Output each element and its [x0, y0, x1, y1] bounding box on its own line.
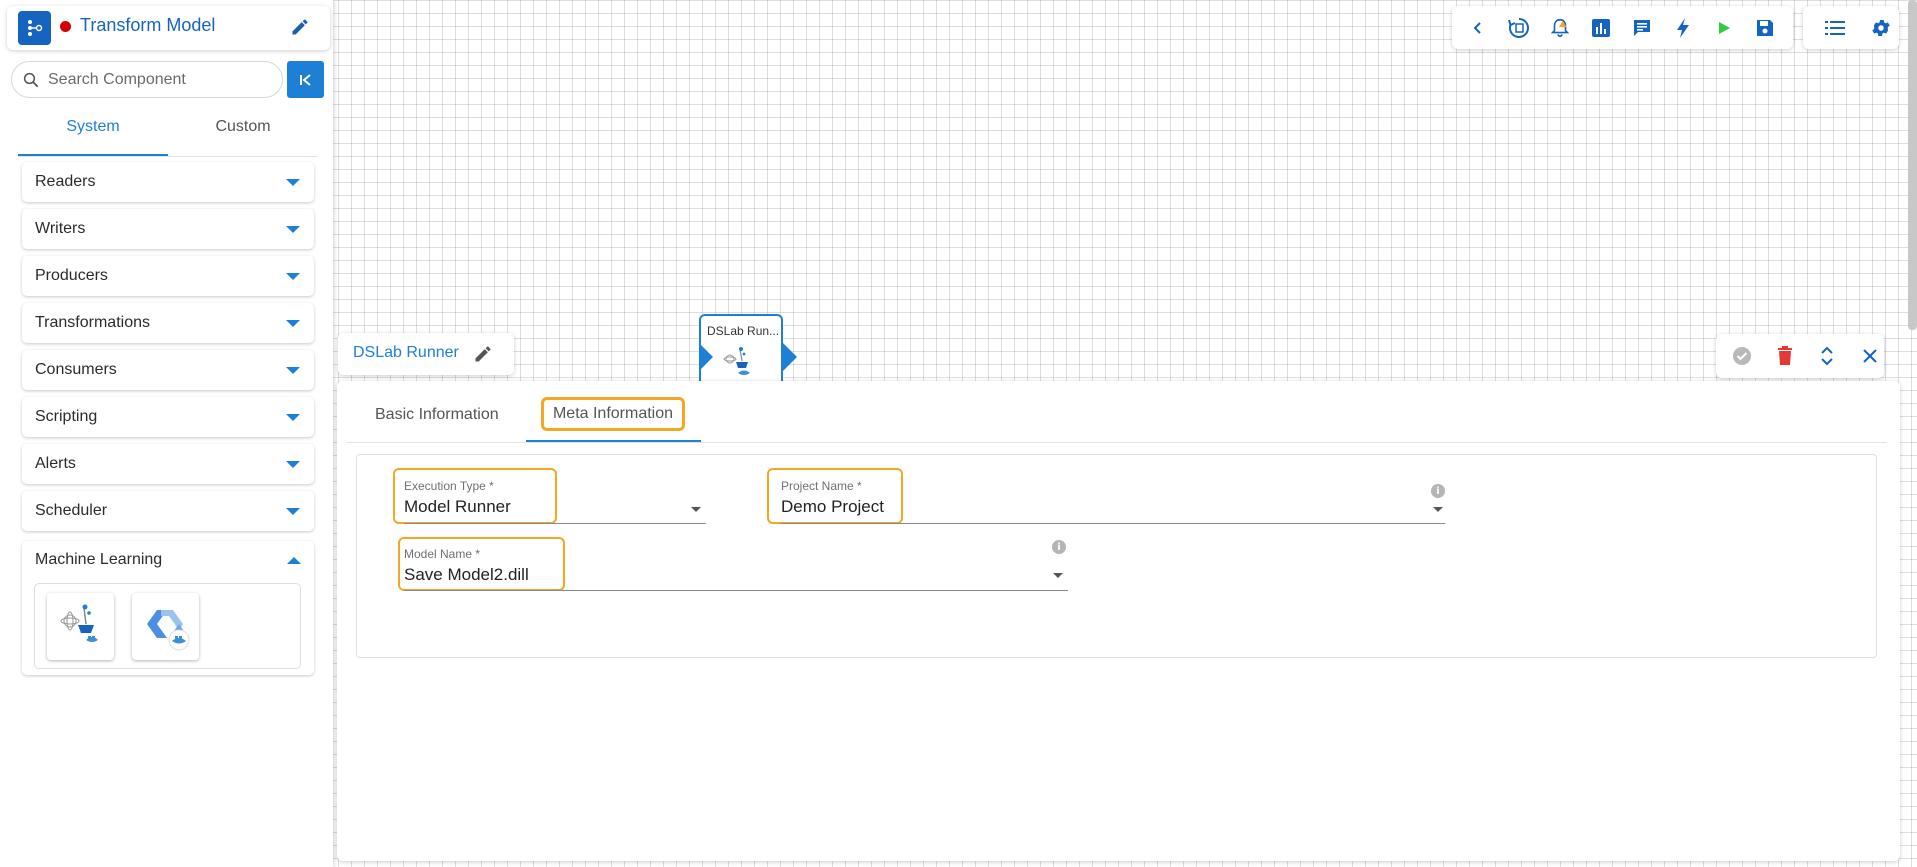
edit-component-name-icon[interactable] — [473, 344, 493, 364]
execution-type-label: Execution Type * — [404, 479, 494, 493]
chevron-down-icon — [286, 413, 300, 421]
category-label: Transformations — [35, 314, 150, 331]
component-name: DSLab Runner — [353, 344, 459, 361]
category-transformations[interactable]: Transformations — [22, 303, 314, 343]
search-icon — [22, 71, 40, 89]
field-underline — [404, 590, 1068, 591]
model-name-label: Model Name * — [404, 547, 481, 561]
field-underline — [404, 523, 706, 524]
chevron-down-icon — [286, 178, 300, 186]
pipeline-title-card: Transform Model — [7, 6, 330, 50]
component-name-chip: DSLab Runner — [338, 333, 514, 375]
category-label: Consumers — [35, 361, 117, 378]
pipeline-title: Transform Model — [80, 15, 216, 35]
model-name-value: Save Model2.dill — [404, 565, 529, 584]
tab-divider — [18, 156, 318, 157]
tab-active-indicator — [18, 154, 168, 156]
category-label: Readers — [35, 173, 96, 190]
info-icon[interactable]: i — [1431, 484, 1445, 498]
category-label: Machine Learning — [35, 551, 163, 568]
ml-component-list — [34, 583, 301, 669]
category-header-machine-learning[interactable]: Machine Learning — [35, 551, 301, 569]
component-panel: Transform Model System Custom Readers Wr… — [0, 0, 333, 867]
chevron-down-icon — [286, 366, 300, 374]
category-writers[interactable]: Writers — [22, 209, 314, 249]
pipeline-logo-icon[interactable] — [18, 11, 51, 45]
node-input-port[interactable] — [699, 343, 713, 371]
component-action-bar — [1716, 334, 1884, 378]
chevron-down-icon — [286, 272, 300, 280]
category-label: Producers — [35, 267, 108, 284]
delete-icon[interactable] — [1771, 342, 1799, 370]
run-icon[interactable] — [1710, 14, 1738, 42]
category-label: Scripting — [35, 408, 98, 425]
tab-meta-information-label: Meta Information — [552, 405, 674, 422]
dropdown-arrow-icon — [1433, 507, 1443, 512]
category-producers[interactable]: Producers — [22, 256, 314, 296]
dslab-runner-icon — [721, 346, 757, 380]
execution-type-value: Model Runner — [404, 497, 511, 516]
automl-runner-icon[interactable] — [132, 593, 199, 660]
tab-basic-information[interactable]: Basic Information — [375, 406, 499, 424]
alerts-icon[interactable] — [1546, 14, 1574, 42]
list-icon[interactable] — [1821, 14, 1849, 42]
meta-information-form: Execution Type * Model Runner Project Na… — [356, 454, 1877, 658]
canvas-scrollbar[interactable] — [1908, 0, 1917, 330]
category-label: Scheduler — [35, 502, 108, 519]
category-label: Writers — [35, 220, 86, 237]
chevron-up-icon — [287, 556, 301, 564]
category-machine-learning: Machine Learning — [22, 541, 314, 675]
collapse-left-icon — [299, 73, 311, 86]
category-scheduler[interactable]: Scheduler — [22, 491, 314, 531]
project-name-select[interactable]: Project Name * Demo Project i — [767, 468, 1467, 528]
dropdown-arrow-icon — [691, 507, 701, 512]
category-consumers[interactable]: Consumers — [22, 350, 314, 390]
node-label: DSLab Run... — [707, 324, 780, 338]
project-name-value: Demo Project — [781, 497, 884, 516]
search-input[interactable] — [48, 70, 268, 89]
pipeline-toolbar — [1452, 6, 1793, 49]
chevron-down-icon — [286, 319, 300, 327]
info-icon[interactable]: i — [1052, 540, 1066, 554]
chevron-down-icon — [286, 460, 300, 468]
validate-icon[interactable] — [1728, 342, 1756, 370]
tab-system[interactable]: System — [18, 118, 168, 136]
category-label: Alerts — [35, 455, 76, 472]
save-icon[interactable] — [1751, 14, 1779, 42]
back-icon[interactable] — [1464, 14, 1492, 42]
chevron-down-icon — [286, 507, 300, 515]
close-icon[interactable] — [1856, 342, 1884, 370]
category-alerts[interactable]: Alerts — [22, 444, 314, 484]
search-input-box[interactable] — [11, 61, 283, 98]
category-readers[interactable]: Readers — [22, 162, 314, 202]
edit-pipeline-icon[interactable] — [290, 17, 310, 37]
tab-active-indicator — [526, 440, 701, 442]
execution-type-select[interactable]: Execution Type * Model Runner — [393, 468, 799, 528]
activate-icon[interactable] — [1669, 14, 1697, 42]
pipeline-status-dot — [60, 21, 71, 32]
node-output-port[interactable] — [783, 343, 797, 371]
category-scripting[interactable]: Scripting — [22, 397, 314, 437]
field-underline — [781, 523, 1445, 524]
logs-icon[interactable] — [1628, 14, 1656, 42]
collapse-panel-button[interactable] — [287, 61, 324, 98]
tab-divider — [347, 442, 1887, 443]
pipeline-history-icon[interactable] — [1505, 14, 1533, 42]
dslab-runner-icon[interactable] — [47, 593, 114, 660]
monitor-icon[interactable] — [1587, 14, 1615, 42]
expand-collapse-icon[interactable] — [1814, 342, 1842, 370]
tab-meta-information[interactable]: Meta Information — [541, 397, 685, 431]
component-config-panel: Basic Information Meta Information Execu… — [337, 381, 1900, 861]
settings-icon[interactable] — [1867, 14, 1895, 42]
project-name-label: Project Name * — [781, 479, 862, 493]
tab-custom[interactable]: Custom — [168, 118, 318, 136]
chevron-down-icon — [286, 225, 300, 233]
dropdown-arrow-icon — [1053, 573, 1063, 578]
pipeline-toolbar-secondary — [1803, 6, 1899, 49]
model-name-select[interactable]: Model Name * Save Model2.dill i — [398, 537, 1098, 597]
